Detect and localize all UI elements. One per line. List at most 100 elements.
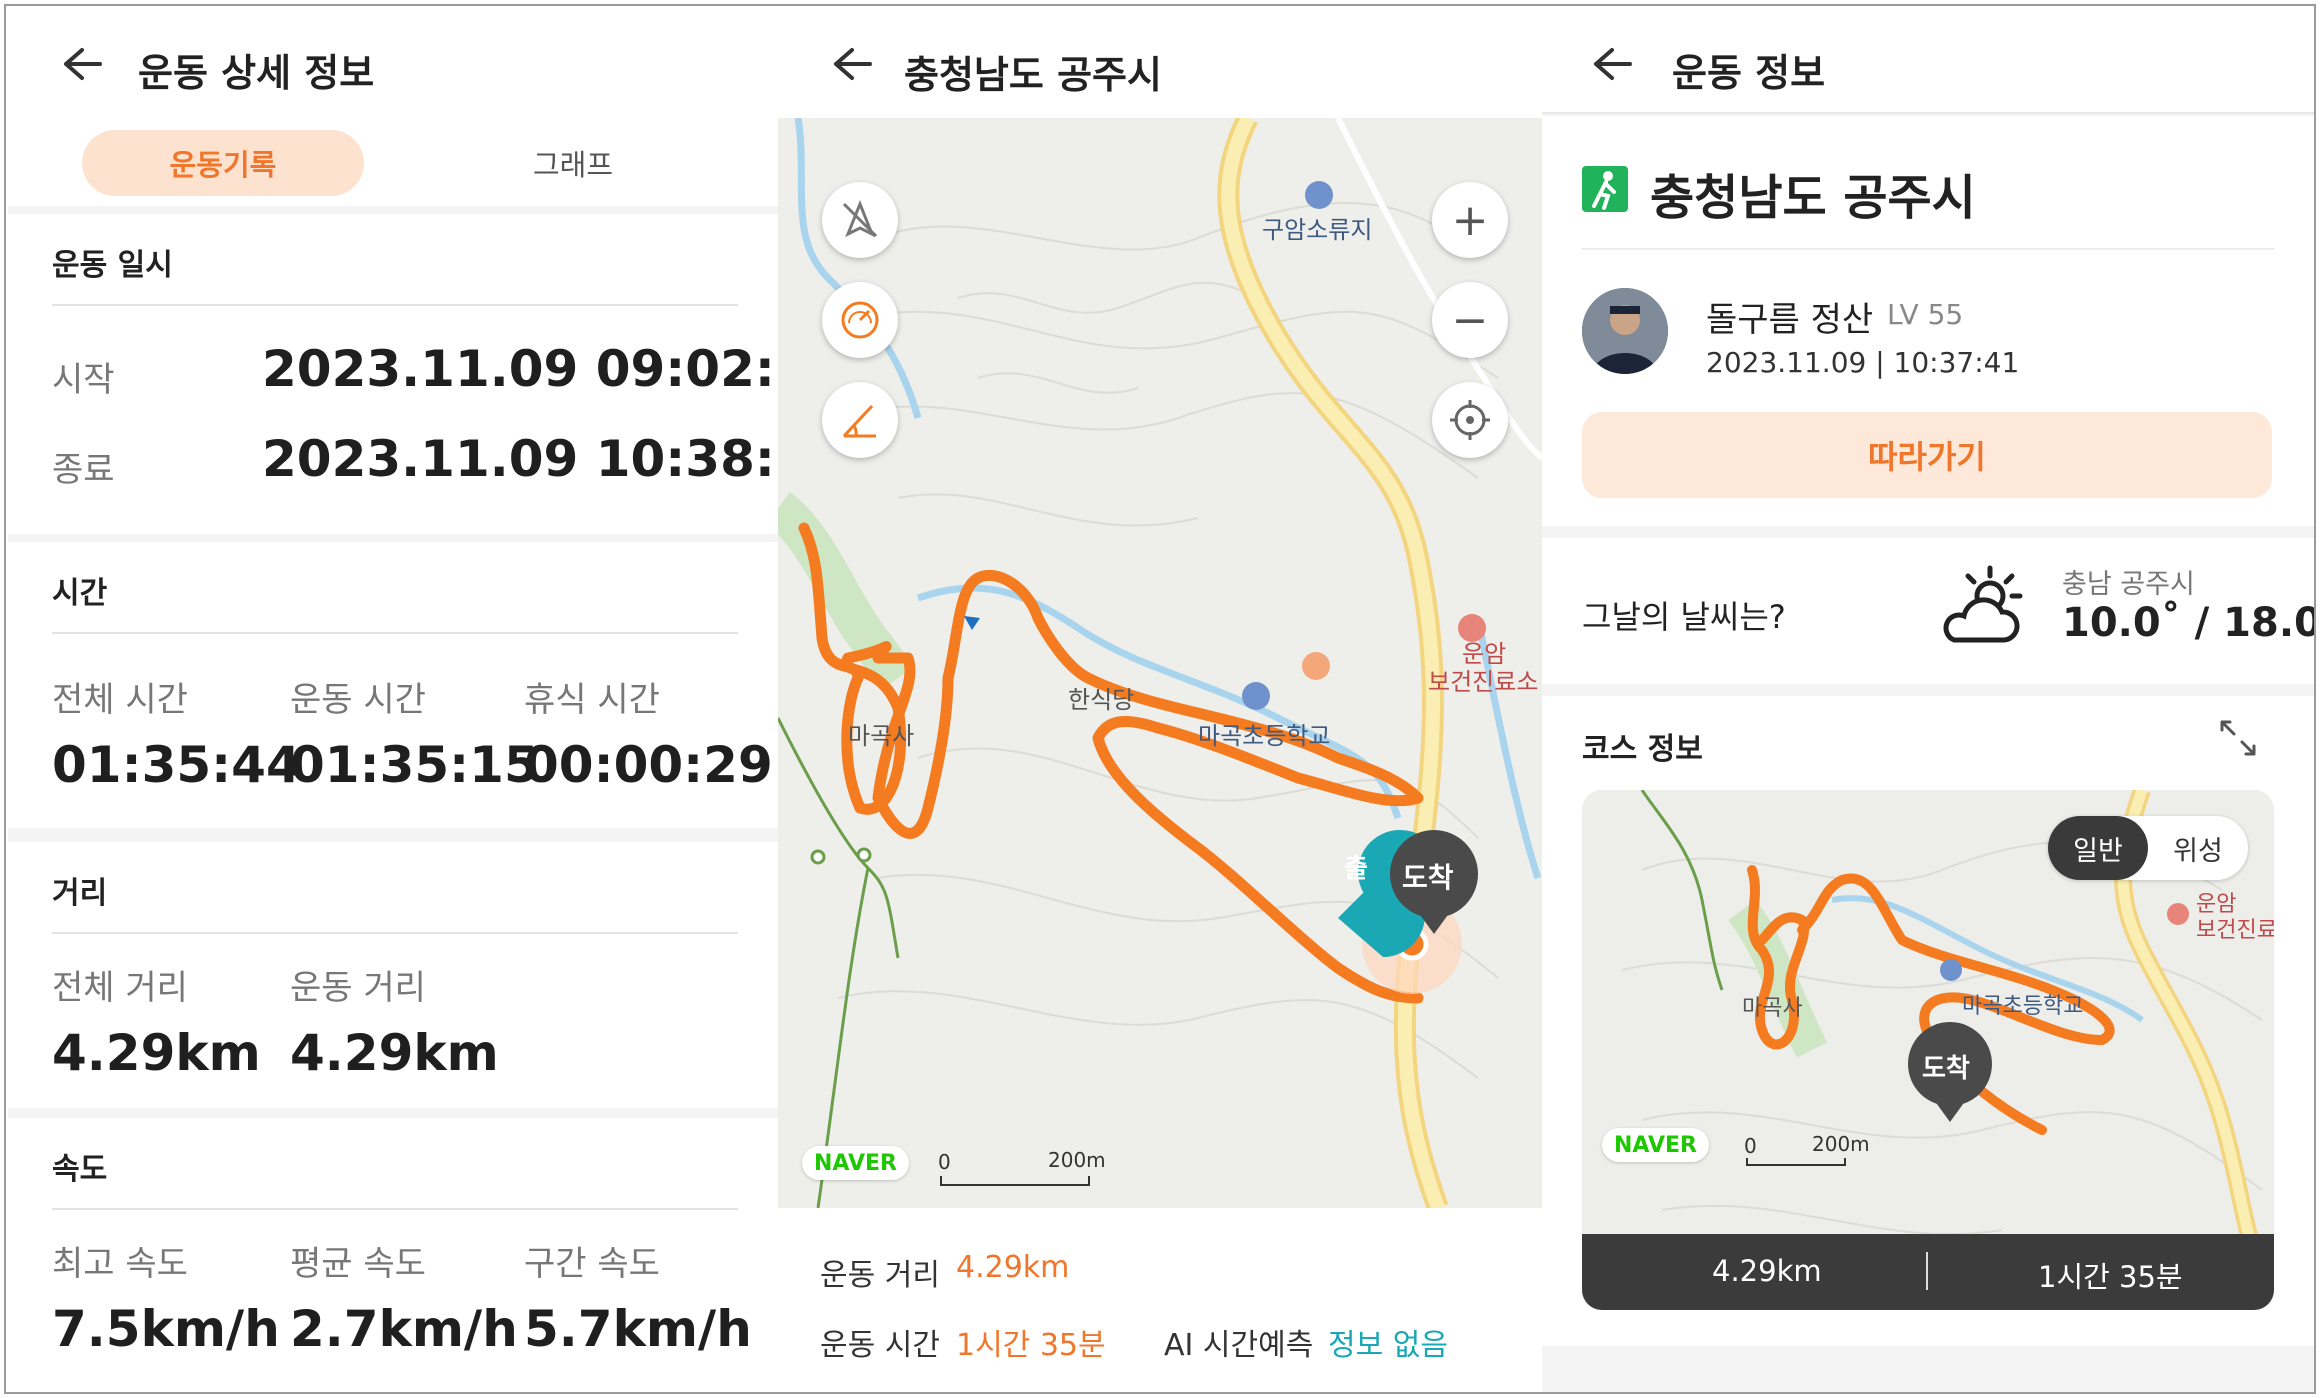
avatar[interactable] — [1582, 288, 1668, 374]
course-summary-bar: 4.29km 1시간 35분 — [1582, 1234, 2274, 1310]
follow-button[interactable]: 따라가기 — [1582, 412, 2272, 498]
end-label: 종료 — [52, 450, 115, 490]
tab-exercise-record[interactable]: 운동기록 — [82, 130, 364, 196]
speedometer-button[interactable] — [822, 282, 898, 358]
divider — [1582, 248, 2274, 250]
route-line — [798, 522, 1424, 1004]
scale-distance: 200m — [1048, 1148, 1106, 1172]
course-map[interactable]: 마곡사 마곡초등학교 운암 보건진료소 도착 일반 위성 NAVER 0 200… — [1582, 790, 2274, 1310]
course-end-label: 도착 — [1922, 1054, 1970, 1084]
total-time-label: 전체 시간 — [52, 680, 188, 720]
avg-speed-value: 2.7km/h — [290, 1300, 518, 1358]
navigation-off-icon — [842, 200, 878, 238]
expand-icon[interactable] — [2218, 718, 2258, 758]
distance-value: 4.29km — [956, 1250, 1070, 1285]
map-label-temple: 마곡사 — [848, 722, 915, 750]
exercise-info-panel: 운동 정보 충청남도 공주시 돌구름 정산 LV 55 2023.11.09 |… — [1542, 6, 2314, 1392]
locate-me-button[interactable] — [1432, 382, 1508, 458]
start-value: 2023.11.09 09:02:54 — [262, 340, 778, 398]
distance-label: 운동 거리 — [820, 1258, 940, 1293]
ai-prediction-value: 정보 없음 — [1328, 1328, 1448, 1363]
minus-icon: − — [1451, 294, 1489, 346]
elevation-button[interactable] — [822, 382, 898, 458]
rest-time-label: 휴식 시간 — [524, 680, 660, 720]
distance-section: 거리 전체 거리 운동 거리 4.29km 4.29km — [8, 842, 778, 1108]
weather-temperature: 10.0˚ / 18.0℃ — [2062, 600, 2314, 646]
datetime-section: 운동 일시 시작 2023.11.09 09:02:54 종료 2023.11.… — [8, 214, 778, 534]
exercise-detail-panel: 운동 상세 정보 운동기록 그래프 운동 일시 시작 2023.11.09 09… — [8, 6, 778, 1392]
divider — [52, 632, 738, 634]
course-label-clinic-line2: 보건진료소 — [2196, 918, 2274, 943]
activity-card: 충청남도 공주시 돌구름 정산 LV 55 2023.11.09 | 10:37… — [1542, 116, 2314, 526]
route-map[interactable]: 구암소류지 운암 보건진료소 마곡사 마곡초등학교 한식당 출 도착 + − N… — [778, 118, 1542, 1208]
course-heading: 코스 정보 — [1582, 732, 1703, 767]
total-time-value: 01:35:44 — [52, 736, 301, 794]
divider — [52, 1208, 738, 1210]
speed-section: 속도 최고 속도 평균 속도 구간 속도 7.5km/h 2.7km/h 5.7… — [8, 1118, 778, 1392]
route-summary-sheet: 운동 거리 4.29km 운동 시간 1시간 35분 AI 시간예측 정보 없음 — [778, 1208, 1542, 1392]
start-marker-label: 출 — [1344, 854, 1368, 884]
weather-question: 그날의 날씨는? — [1582, 598, 1786, 636]
max-speed-label: 최고 속도 — [52, 1244, 188, 1284]
exercise-time-label: 운동 시간 — [290, 680, 426, 720]
start-label: 시작 — [52, 360, 115, 400]
slope-angle-icon — [842, 404, 876, 438]
header: 운동 상세 정보 운동기록 그래프 — [8, 6, 778, 206]
route-map-panel: 충청남도 공주시 구암소류지 운암 보건진료소 마곡사 마곡초등학교 한식당 출… — [778, 6, 1542, 1392]
partly-cloudy-icon — [1943, 565, 2023, 643]
crosshair-icon — [1450, 400, 1490, 440]
speedometer-icon — [841, 301, 879, 339]
segment-speed-label: 구간 속도 — [524, 1244, 660, 1284]
tab-graph[interactable]: 그래프 — [458, 130, 688, 196]
weather-location: 충남 공주시 — [2062, 569, 2195, 600]
summary-time: 1시간 35분 — [2038, 1260, 2183, 1294]
page-title: 운동 정보 — [1672, 51, 1826, 95]
zoom-out-button[interactable]: − — [1432, 282, 1508, 358]
map-type-satellite[interactable]: 위성 — [2148, 816, 2248, 880]
trail-node — [810, 849, 826, 865]
zoom-in-button[interactable]: + — [1432, 182, 1508, 258]
trail-node — [856, 847, 872, 863]
total-distance-label: 전체 거리 — [52, 968, 188, 1008]
user-name: 돌구름 정산 — [1706, 300, 1874, 340]
exercise-distance-label: 운동 거리 — [290, 968, 426, 1008]
plus-icon: + — [1451, 194, 1489, 246]
map-label-reservoir: 구암소류지 — [1262, 216, 1373, 244]
page-title: 충청남도 공주시 — [904, 53, 1162, 97]
compass-off-button[interactable] — [822, 182, 898, 258]
end-marker-label: 도착 — [1402, 861, 1454, 894]
map-label-restaurant: 한식당 — [1068, 686, 1135, 714]
time-label: 운동 시간 — [820, 1328, 940, 1363]
scale-distance: 200m — [1812, 1132, 1870, 1156]
scale-bar — [940, 1176, 1090, 1186]
user-level: LV 55 — [1887, 298, 1964, 331]
activity-datetime: 2023.11.09 | 10:37:41 — [1706, 346, 2020, 379]
segment-speed-value: 5.7km/h — [524, 1300, 752, 1358]
end-value: 2023.11.09 10:38:38 — [262, 430, 778, 488]
summary-distance: 4.29km — [1712, 1254, 1822, 1288]
map-label-school: 마곡초등학교 — [1198, 722, 1331, 750]
map-type-normal[interactable]: 일반 — [2048, 816, 2148, 880]
back-arrow-icon[interactable] — [1590, 44, 1634, 84]
page-title: 운동 상세 정보 — [138, 51, 375, 95]
total-distance-value: 4.29km — [52, 1024, 261, 1082]
scale-zero: 0 — [1744, 1134, 1757, 1158]
place-title: 충청남도 공주시 — [1650, 170, 1976, 226]
back-arrow-icon[interactable] — [60, 44, 104, 84]
hiking-icon — [1582, 166, 1628, 212]
map-label-clinic-line2: 보건진료소 — [1428, 668, 1539, 696]
back-arrow-icon[interactable] — [830, 44, 874, 84]
course-label-school: 마곡초등학교 — [1962, 994, 2084, 1019]
time-section: 시간 전체 시간 운동 시간 휴식 시간 01:35:44 01:35:15 0… — [8, 542, 778, 828]
ai-prediction-label: AI 시간예측 — [1164, 1328, 1314, 1363]
naver-logo: NAVER — [802, 1146, 909, 1180]
divider — [52, 932, 738, 934]
header: 운동 정보 — [1542, 6, 2314, 114]
scale-zero: 0 — [938, 1150, 951, 1174]
avg-speed-label: 평균 속도 — [290, 1244, 426, 1284]
scale-bar — [1746, 1158, 1846, 1166]
speed-heading: 속도 — [52, 1152, 108, 1187]
course-label-temple: 마곡사 — [1742, 996, 1803, 1021]
summary-divider — [1926, 1252, 1928, 1290]
distance-heading: 거리 — [52, 876, 108, 911]
